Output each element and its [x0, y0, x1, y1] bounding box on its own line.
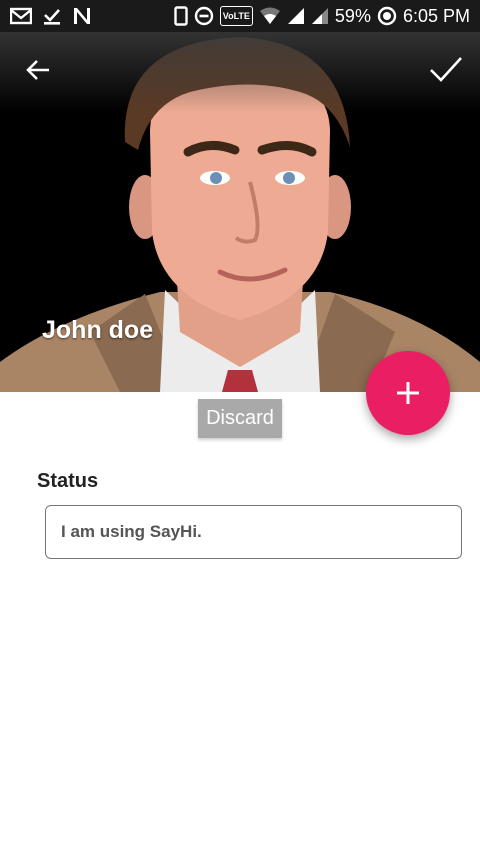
status-label: Status [37, 470, 99, 492]
arrow-back-icon [26, 60, 49, 80]
wifi-icon [259, 6, 281, 26]
download-done-icon [42, 6, 62, 26]
status-bar: VoLTE 59% 6:05 PM [0, 0, 480, 32]
plus-icon [397, 382, 419, 404]
profile-name: John doe [42, 316, 154, 344]
check-icon [430, 57, 462, 82]
gmail-icon [10, 6, 32, 26]
signal-icon [311, 6, 329, 26]
signal-icon [287, 6, 305, 26]
clock: 6:05 PM [402, 5, 470, 26]
add-photo-button[interactable] [366, 351, 450, 435]
edit-profile-screen: VoLTE 59% 6:05 PM John doe Discard Statu… [0, 0, 480, 854]
notification-icons [10, 6, 92, 26]
confirm-button[interactable] [428, 52, 464, 88]
discard-button[interactable]: Discard [198, 399, 282, 438]
status-input[interactable] [45, 505, 462, 559]
back-button[interactable] [20, 52, 56, 88]
battery-percent: 59% [334, 5, 371, 26]
toolbar-scrim [0, 32, 480, 112]
volte-icon: VoLTE [219, 6, 253, 26]
phone-outline-icon [174, 6, 188, 26]
dnd-icon [194, 6, 214, 26]
n-app-icon [72, 6, 92, 26]
system-icons: VoLTE 59% 6:05 PM [174, 6, 470, 27]
battery-saver-icon [377, 6, 397, 26]
